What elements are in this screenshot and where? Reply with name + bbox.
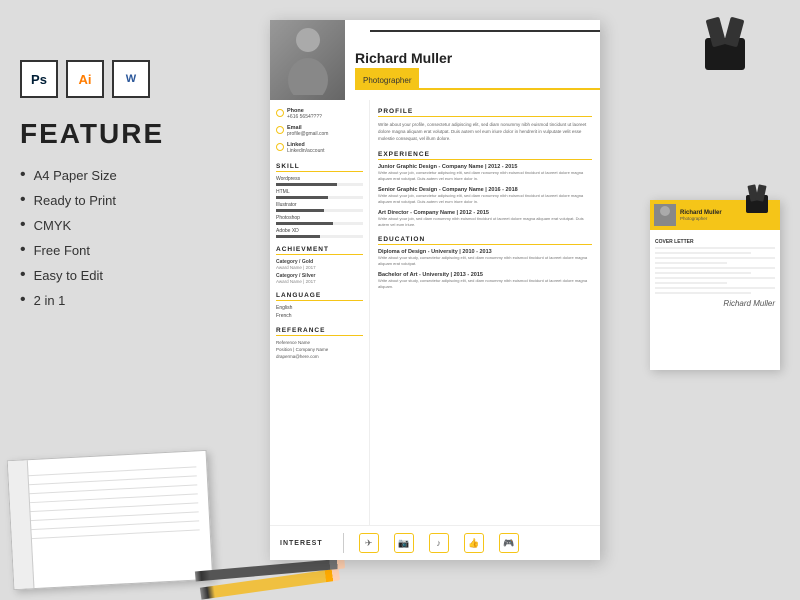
resume-left-column: Phone +616 5654???? Email profile@gmail.… [270,100,370,525]
skill-item-2: Illustrator [276,202,363,212]
feature-list: A4 Paper Size Ready to Print CMYK Free F… [20,166,240,309]
photo-inner [270,20,345,100]
profile-section-title: PROFILE [378,108,592,117]
interest-icon-3: ♪ [429,533,449,553]
cl-line [655,247,775,249]
email-contact: Email profile@gmail.com [276,125,363,138]
resume-name: Richard Muller [355,50,590,66]
cl-line [655,252,751,254]
reference-company: Position | Company Name [276,347,363,354]
notebook-line [21,520,199,530]
page-container: Ps Ai W FEATURE A4 Paper Size Ready to P… [0,0,800,600]
skill-item-0: Wordpress [276,176,363,186]
feature-item-1: Ready to Print [20,191,240,209]
cl-photo [654,204,676,226]
cl-signature: Richard Muller [655,299,775,308]
linkedin-contact: Linked Linkedin/account [276,142,363,155]
phone-contact: Phone +616 5654???? [276,108,363,121]
interest-icon-1: ✈ [359,533,379,553]
reference-section-title: REFERANCE [276,327,363,336]
skill-item-4: Adobe XD [276,228,363,238]
profile-text: Write about your profile, consectetur ad… [378,121,592,143]
skill-item-1: HTML [276,189,363,199]
cl-line [655,267,775,269]
header-top-line [370,30,600,32]
feature-item-2: CMYK [20,216,240,234]
experience-item-2: Senior Graphic Design - Company Name | 2… [378,187,592,205]
achievement-item-2: Category / Silver Award Name | 2017 [276,273,363,284]
achievement-section-title: ACHIEVMENT [276,246,363,255]
education-item-2: Bachelor of Art - University | 2013 - 20… [378,272,592,290]
notebook-line [19,484,197,494]
achievement-item-1: Category / Gold Award Name | 2017 [276,259,363,270]
interest-icon-5: 🎮 [499,533,519,553]
interest-icon-2: 📷 [394,533,414,553]
contact-dot [276,126,284,134]
resume-photo [270,20,345,100]
resume-header: Richard Muller Photographer [270,20,600,100]
left-panel: Ps Ai W FEATURE A4 Paper Size Ready to P… [20,60,240,316]
feature-item-4: Easy to Edit [20,266,240,284]
notebook-line [20,502,198,512]
resume-document: Richard Muller Photographer Phone +616 5… [270,20,600,560]
cl-line [655,287,775,289]
resume-title: Photographer [363,76,411,85]
language-item-1: English [276,305,363,311]
illustrator-icon: Ai [66,60,104,98]
person-silhouette [283,25,333,95]
language-item-2: French [276,313,363,319]
feature-item-0: A4 Paper Size [20,166,240,184]
binder-clip-top-right [705,30,745,93]
interest-icon-4: 👍 [464,533,484,553]
contact-dot [276,109,284,117]
cl-line [655,272,751,274]
cl-line [655,292,751,294]
interest-label: INTEREST [280,540,323,547]
experience-item-1: Junior Graphic Design - Company Name | 2… [378,164,592,182]
footer-divider [343,533,344,553]
experience-section-title: EXPERIENCE [378,151,592,160]
cl-body: COVER LETTER Richard Muller [650,230,780,313]
resume-footer: INTEREST ✈ 📷 ♪ 👍 🎮 [270,525,600,560]
cl-person-icon [654,204,676,226]
reference-name: Reference Name [276,340,363,347]
header-bottom-line [370,88,600,90]
education-section-title: EDUCATION [378,236,592,245]
resume-name-block: Richard Muller Photographer [345,22,600,98]
notebook-line [20,493,198,503]
resume-body: Phone +616 5654???? Email profile@gmail.… [270,100,600,525]
cl-subtitle: Photographer [680,216,722,221]
feature-title: FEATURE [20,118,240,150]
notebook-decoration [7,450,214,590]
skills-container: Wordpress HTML Illustrator Photoshop Ado… [276,176,363,238]
education-item-1: Diploma of Design - University | 2010 - … [378,249,592,267]
software-icons: Ps Ai W [20,60,240,98]
feature-item-3: Free Font [20,241,240,259]
notebook-lines [8,451,211,563]
resume-title-bar: Photographer [355,68,419,90]
feature-item-5: 2 in 1 [20,291,240,309]
contact-dot [276,143,284,151]
experience-item-3: Art Director - Company Name | 2012 - 201… [378,210,592,228]
notebook-line [19,466,197,476]
cl-line [655,257,775,259]
word-icon: W [112,60,150,98]
cl-line [655,282,727,284]
notebook-line [19,475,197,485]
cl-line [655,277,775,279]
cl-section-label: COVER LETTER [655,239,775,245]
photoshop-icon: Ps [20,60,58,98]
notebook-line [21,511,199,521]
reference-email: draperma@here.com [276,354,363,361]
binder-clip-small [746,190,768,227]
notebook-line [22,529,200,539]
cl-name: Richard Muller [680,210,722,216]
resume-right-column: PROFILE Write about your profile, consec… [370,100,600,525]
language-section-title: LANGUAGE [276,292,363,301]
skill-item-3: Photoshop [276,215,363,225]
skill-section-title: SKILL [276,163,363,172]
cl-line [655,262,727,264]
